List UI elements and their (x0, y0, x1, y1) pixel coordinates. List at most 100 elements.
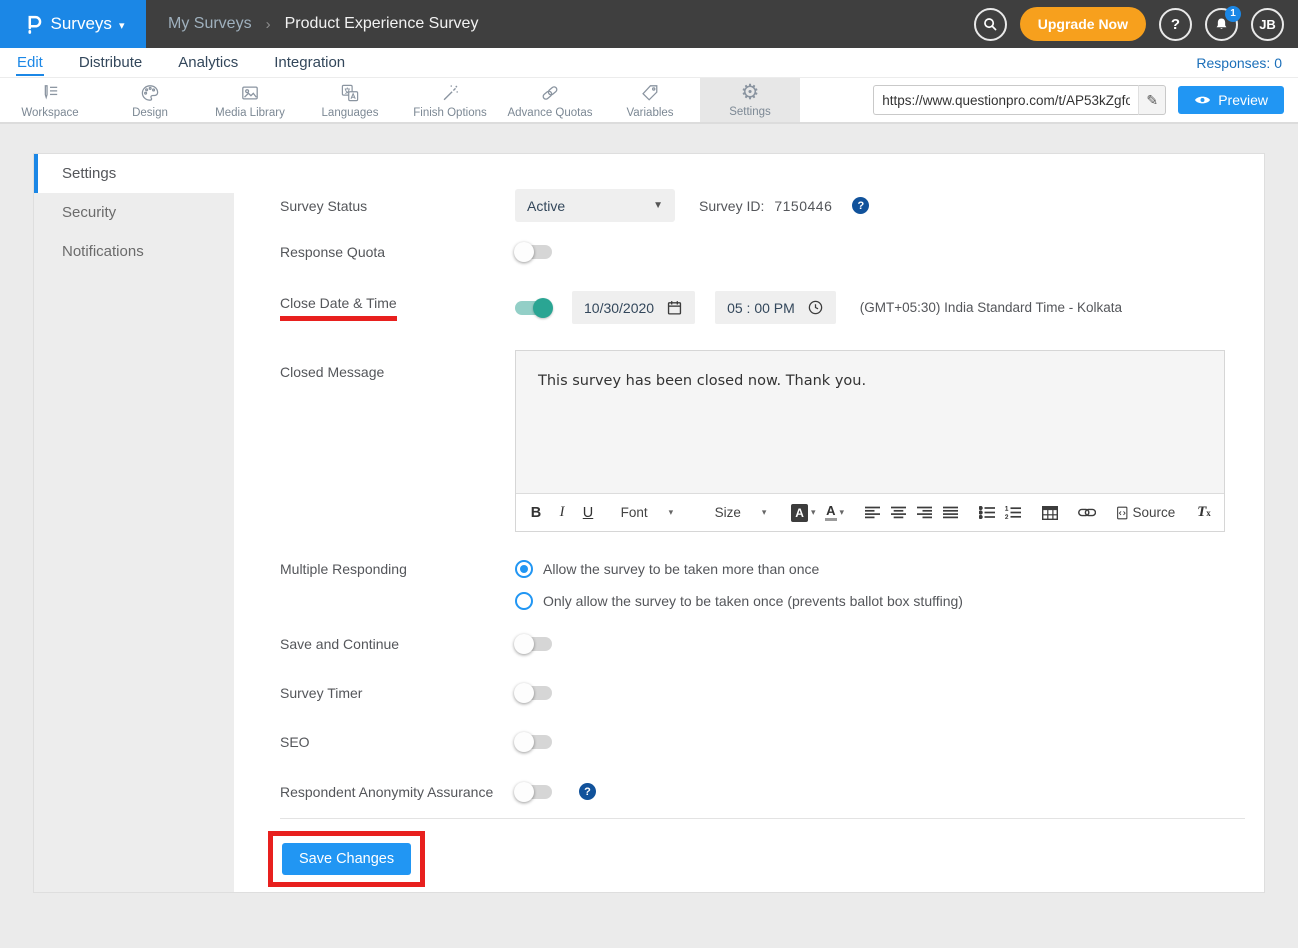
survey-status-select[interactable]: Active ▼ (515, 189, 675, 222)
tab-integration[interactable]: Integration (273, 50, 346, 76)
survey-timer-toggle[interactable] (515, 686, 552, 700)
page-title: Product Experience Survey (285, 15, 479, 33)
close-date-toggle[interactable] (515, 301, 552, 315)
align-right-button[interactable] (912, 500, 936, 526)
chevron-down-icon: ▾ (669, 507, 674, 518)
tab-distribute[interactable]: Distribute (78, 50, 143, 76)
insert-table-button[interactable] (1038, 500, 1062, 526)
background-color-button[interactable]: A ▾ (787, 500, 819, 526)
survey-status-label: Survey Status (280, 198, 515, 214)
seo-toggle[interactable] (515, 735, 552, 749)
align-center-icon (891, 506, 906, 519)
annotation-highlight-box: Save Changes (268, 831, 425, 887)
rich-text-editor: This survey has been closed now. Thank y… (515, 350, 1225, 532)
remove-format-t: T (1197, 504, 1206, 521)
close-date-input[interactable]: 10/30/2020 (572, 291, 695, 324)
response-quota-row: Response Quota (280, 244, 1224, 260)
underline-button[interactable]: U (576, 500, 600, 526)
response-quota-label: Response Quota (280, 244, 515, 260)
closed-message-label: Closed Message (280, 350, 515, 380)
avatar[interactable]: JB (1251, 8, 1284, 41)
toolbar-item-label: Design (132, 107, 168, 119)
survey-id-help-icon[interactable]: ? (852, 197, 869, 214)
numbered-list-icon: 12 (1005, 506, 1021, 519)
app-logo-menu[interactable]: Surveys ▾ (0, 0, 146, 48)
closed-message-row: Closed Message This survey has been clos… (280, 350, 1224, 532)
save-area: Save Changes (280, 831, 1224, 887)
bullet-list-button[interactable] (975, 500, 999, 526)
toggle-knob (514, 242, 534, 262)
radio-option-label: Allow the survey to be taken more than o… (543, 561, 819, 577)
table-icon (1042, 506, 1058, 520)
close-time-value: 05 : 00 PM (727, 300, 795, 316)
product-name: Surveys (51, 14, 112, 34)
numbered-list-button[interactable]: 12 (1001, 500, 1025, 526)
preview-button[interactable]: Preview (1178, 86, 1284, 114)
closed-message-textarea[interactable]: This survey has been closed now. Thank y… (516, 351, 1224, 493)
survey-status-row: Survey Status Active ▼ Survey ID: 715044… (280, 189, 1224, 222)
seo-row: SEO (280, 734, 1224, 750)
bold-button[interactable]: B (524, 500, 548, 526)
survey-url-input[interactable] (873, 85, 1138, 115)
notifications-button[interactable]: 1 (1205, 8, 1238, 41)
remove-format-button[interactable]: Tx (1192, 500, 1216, 526)
align-center-button[interactable] (886, 500, 910, 526)
sidebar-item-settings[interactable]: Settings (34, 154, 234, 193)
respondent-anonymity-row: Respondent Anonymity Assurance ? (280, 783, 1224, 800)
main-area: Settings Security Notifications Survey S… (0, 124, 1298, 893)
save-changes-button[interactable]: Save Changes (282, 843, 411, 875)
avatar-initials: JB (1259, 17, 1276, 32)
toolbar-item-label: Settings (729, 106, 771, 118)
align-justify-icon (943, 506, 958, 519)
toolbar-item-label: Workspace (21, 107, 78, 119)
radio-option-more-than-once[interactable]: Allow the survey to be taken more than o… (515, 560, 963, 578)
tab-edit[interactable]: Edit (16, 50, 44, 76)
response-quota-toggle[interactable] (515, 245, 552, 259)
anonymity-help-icon[interactable]: ? (579, 783, 596, 800)
source-button[interactable]: Source (1113, 500, 1179, 526)
toolbar-item-variables[interactable]: Variables (600, 78, 700, 122)
size-dropdown[interactable]: Size ▾ (707, 505, 775, 520)
toolbar-item-design[interactable]: Design (100, 78, 200, 122)
insert-link-button[interactable] (1074, 500, 1100, 526)
font-dropdown[interactable]: Font ▾ (613, 505, 705, 520)
survey-timer-row: Survey Timer (280, 685, 1224, 701)
chevron-down-icon: ▾ (811, 507, 816, 518)
help-button[interactable]: ? (1159, 8, 1192, 41)
sidebar-item-security[interactable]: Security (34, 193, 234, 232)
text-color-button[interactable]: A ▾ (822, 500, 848, 526)
close-time-input[interactable]: 05 : 00 PM (715, 291, 836, 324)
respondent-anonymity-toggle[interactable] (515, 785, 552, 799)
toolbar-spacer (800, 78, 873, 122)
toolbar-item-workspace[interactable]: Workspace (0, 78, 100, 122)
save-and-continue-toggle[interactable] (515, 637, 552, 651)
remove-format-x: x (1206, 508, 1211, 518)
tab-list: Edit Distribute Analytics Integration (16, 50, 1196, 76)
toolbar-item-media-library[interactable]: Media Library (200, 78, 300, 122)
responses-count: Responses: 0 (1196, 55, 1282, 71)
toolbar-item-finish-options[interactable]: Finish Options (400, 78, 500, 122)
edit-url-pencil-icon[interactable]: ✎ (1138, 85, 1166, 115)
toolbar-item-settings[interactable]: ⚙ Settings (700, 78, 800, 122)
settings-form: Survey Status Active ▼ Survey ID: 715044… (234, 154, 1264, 892)
search-button[interactable] (974, 8, 1007, 41)
radio-option-only-once[interactable]: Only allow the survey to be taken once (… (515, 592, 963, 610)
source-label: Source (1133, 505, 1176, 520)
upgrade-now-button[interactable]: Upgrade Now (1020, 7, 1146, 41)
sidebar-item-notifications[interactable]: Notifications (34, 232, 234, 271)
breadcrumb-my-surveys[interactable]: My Surveys (168, 15, 252, 33)
gear-icon: ⚙ (741, 82, 760, 103)
toolbar-item-advance-quotas[interactable]: Advance Quotas (500, 78, 600, 122)
align-justify-button[interactable] (938, 500, 962, 526)
size-dropdown-label: Size (715, 505, 741, 520)
italic-button[interactable]: I (550, 500, 574, 526)
search-icon (981, 15, 999, 33)
radio-selected-icon (515, 560, 533, 578)
editor-toolbar: B I U Font ▾ Size ▾ (516, 493, 1224, 531)
text-color-icon: A (825, 504, 836, 521)
align-left-button[interactable] (860, 500, 884, 526)
tab-analytics[interactable]: Analytics (177, 50, 239, 76)
toolbar-item-languages[interactable]: Languages (300, 78, 400, 122)
workspace-icon (38, 82, 62, 104)
toggle-knob (514, 732, 534, 752)
